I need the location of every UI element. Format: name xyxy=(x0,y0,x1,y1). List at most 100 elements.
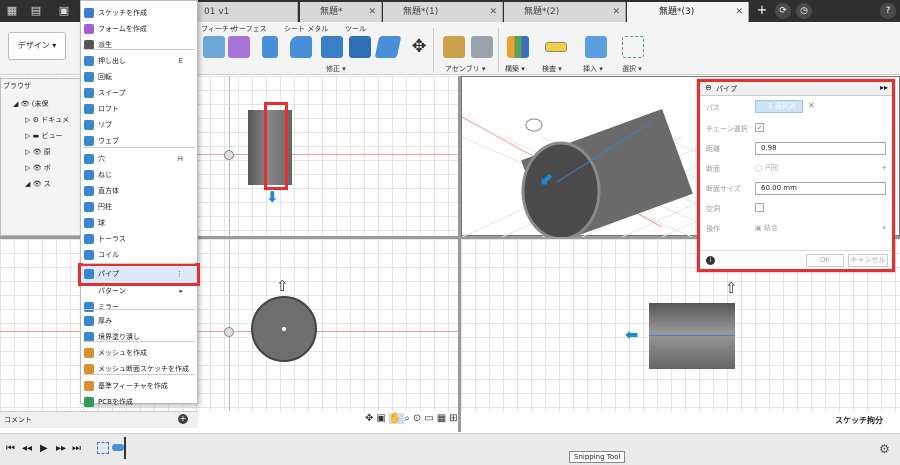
menu-item-9[interactable]: 穴H xyxy=(81,151,197,167)
fit-icon[interactable]: ⊙ xyxy=(413,413,424,424)
hollow-checkbox[interactable] xyxy=(755,203,764,212)
go-to-end-icon[interactable]: ⏭ xyxy=(72,443,81,454)
menu-item-4[interactable]: 回転 xyxy=(81,69,197,85)
operation-dropdown[interactable]: ▣ 結合 ▾ xyxy=(755,222,886,235)
move-icon[interactable]: ✥ xyxy=(408,36,430,58)
collapse-icon[interactable]: ⊖ xyxy=(705,83,712,92)
viewports-icon[interactable]: ⊞ xyxy=(449,413,460,424)
menu-item-12[interactable]: 円柱 xyxy=(81,199,197,215)
menu-item-24[interactable]: PCBを作成 xyxy=(81,394,197,410)
joint-icon[interactable] xyxy=(471,36,493,58)
display-icon[interactable]: ▭ xyxy=(424,413,436,424)
insert-group-label[interactable]: 挿入 ▾ xyxy=(583,64,603,74)
arrow-icon[interactable]: ⬋ xyxy=(540,169,554,189)
go-to-start-icon[interactable]: ⏮ xyxy=(6,443,15,454)
arrow-up-icon[interactable]: ⇧ xyxy=(725,279,738,297)
cancel-button[interactable]: キャンセル xyxy=(848,254,888,267)
menu-item-6[interactable]: ロフト xyxy=(81,101,197,117)
menu-item-10[interactable]: ねじ xyxy=(81,167,197,183)
menu-item-23[interactable]: 基準フィーチャを作成 xyxy=(81,378,197,394)
menu-item-3[interactable]: 押し出し E xyxy=(81,53,197,69)
form-icon[interactable] xyxy=(228,36,250,58)
browser-item[interactable]: ◢ 👁 ス xyxy=(25,179,51,189)
close-icon[interactable]: ✕ xyxy=(735,2,743,22)
help-icon[interactable]: ? xyxy=(880,3,896,19)
measure-icon[interactable] xyxy=(545,42,567,52)
doc-tab-2[interactable]: 無題*(1) ✕ xyxy=(383,2,503,22)
close-icon[interactable]: ✕ xyxy=(489,2,497,22)
shell-icon[interactable] xyxy=(349,36,371,58)
browser-item[interactable]: ▷ 👁 原 xyxy=(25,147,51,157)
info-icon[interactable]: i xyxy=(706,256,715,265)
menu-item-20[interactable]: 境界塗り潰し xyxy=(81,329,197,345)
menu-item-16[interactable]: パイプ ⋮ xyxy=(78,263,200,286)
history-icon[interactable]: ◷ xyxy=(796,3,812,19)
close-icon[interactable]: ✕ xyxy=(368,2,376,22)
new-tab-icon[interactable]: + xyxy=(754,3,770,19)
insert-image-icon[interactable] xyxy=(585,36,607,58)
assemble-group-label[interactable]: アセンブリ ▾ xyxy=(445,64,485,74)
add-comment-icon[interactable]: + xyxy=(178,414,188,424)
grid-menu-icon[interactable]: ▦ xyxy=(4,3,20,19)
viewport-front[interactable]: ⇧ xyxy=(0,239,458,411)
inspect-group-label[interactable]: 検査 ▾ xyxy=(542,64,562,74)
doc-tab-1[interactable]: 無題* ✕ xyxy=(300,2,382,22)
step-back-icon[interactable]: ◂◂ xyxy=(22,443,32,454)
pan-icon[interactable]: ✋ xyxy=(388,413,405,424)
combine-icon[interactable] xyxy=(374,36,402,58)
browser-item[interactable]: ◢ 👁 (未保 xyxy=(13,99,48,109)
menu-item-7[interactable]: リブ xyxy=(81,117,197,133)
chain-checkbox[interactable]: ✓ xyxy=(755,123,764,132)
select-group-label[interactable]: 選択 ▾ xyxy=(622,64,642,74)
file-icon[interactable]: ▤ xyxy=(28,3,44,19)
doc-tab-4[interactable]: 無題*(3) ✕ xyxy=(627,2,749,22)
browser-item[interactable]: ▷ ▬ ビュー xyxy=(25,131,62,141)
look-at-icon[interactable]: ▣ xyxy=(376,413,388,424)
grid-icon[interactable]: ▦ xyxy=(437,413,449,424)
step-forward-icon[interactable]: ▸▸ xyxy=(56,443,66,454)
timeline-marker[interactable] xyxy=(124,437,126,459)
modify-group-label[interactable]: 修正 ▾ xyxy=(326,64,346,74)
arrow-down-icon[interactable]: ⬇ xyxy=(266,188,279,206)
menu-item-21[interactable]: メッシュを作成 xyxy=(81,345,197,361)
chamfer-icon[interactable] xyxy=(321,36,343,58)
menu-item-2[interactable]: 派生 xyxy=(81,37,197,53)
doc-tab-0[interactable]: 01 v1 xyxy=(198,2,298,22)
ok-button[interactable]: OK xyxy=(806,254,844,267)
distance-input[interactable]: 0.98 xyxy=(755,142,886,155)
solid-icon[interactable] xyxy=(203,36,225,58)
menu-item-13[interactable]: 球 xyxy=(81,215,197,231)
browser-item[interactable]: ▷ ⚙ ドキュメ xyxy=(25,115,69,125)
clear-selection-icon[interactable]: ✕ xyxy=(808,101,815,110)
fillet-icon[interactable] xyxy=(290,36,312,58)
workspace-switcher[interactable]: デザイン ▾ xyxy=(8,32,66,60)
save-icon[interactable]: ▣ xyxy=(56,3,72,19)
path-selection[interactable]: 1 選択済み xyxy=(755,100,803,121)
play-icon[interactable]: ▶ xyxy=(40,443,48,454)
menu-item-14[interactable]: トーラス xyxy=(81,231,197,247)
menu-item-15[interactable]: コイル xyxy=(81,247,197,263)
new-component-icon[interactable] xyxy=(443,36,465,58)
arrow-left-icon[interactable]: ⬅ xyxy=(625,325,638,344)
menu-item-17[interactable]: パターン ▸ xyxy=(81,283,197,299)
pipe-feature-icon[interactable] xyxy=(112,444,124,451)
select-icon[interactable] xyxy=(622,36,644,58)
sketch-feature-icon[interactable] xyxy=(97,442,109,454)
menu-item-0[interactable]: スケッチを作成 xyxy=(81,5,197,21)
orbit-icon[interactable]: ✥ xyxy=(365,413,376,424)
push-pull-icon[interactable] xyxy=(262,36,278,58)
menu-item-11[interactable]: 直方体 xyxy=(81,183,197,199)
expand-icon[interactable]: ▸▸ xyxy=(880,83,888,92)
menu-item-5[interactable]: スイープ xyxy=(81,85,197,101)
plane-icon[interactable] xyxy=(507,36,529,58)
close-icon[interactable]: ✕ xyxy=(612,2,620,22)
settings-gear-icon[interactable]: ⚙ xyxy=(879,442,890,456)
section-dropdown[interactable]: ◯ 円形 ▾ xyxy=(755,162,886,175)
menu-item-1[interactable]: フォームを作成 xyxy=(81,21,197,37)
construct-group-label[interactable]: 構築 ▾ xyxy=(505,64,525,74)
menu-item-19[interactable]: 厚み xyxy=(81,313,197,329)
browser-item[interactable]: ▷ 👁 ボ xyxy=(25,163,51,173)
section-size-input[interactable]: 60.00 mm xyxy=(755,182,886,195)
extensions-icon[interactable]: ⟳ xyxy=(775,3,791,19)
zoom-icon[interactable]: ⌕ xyxy=(404,413,413,424)
